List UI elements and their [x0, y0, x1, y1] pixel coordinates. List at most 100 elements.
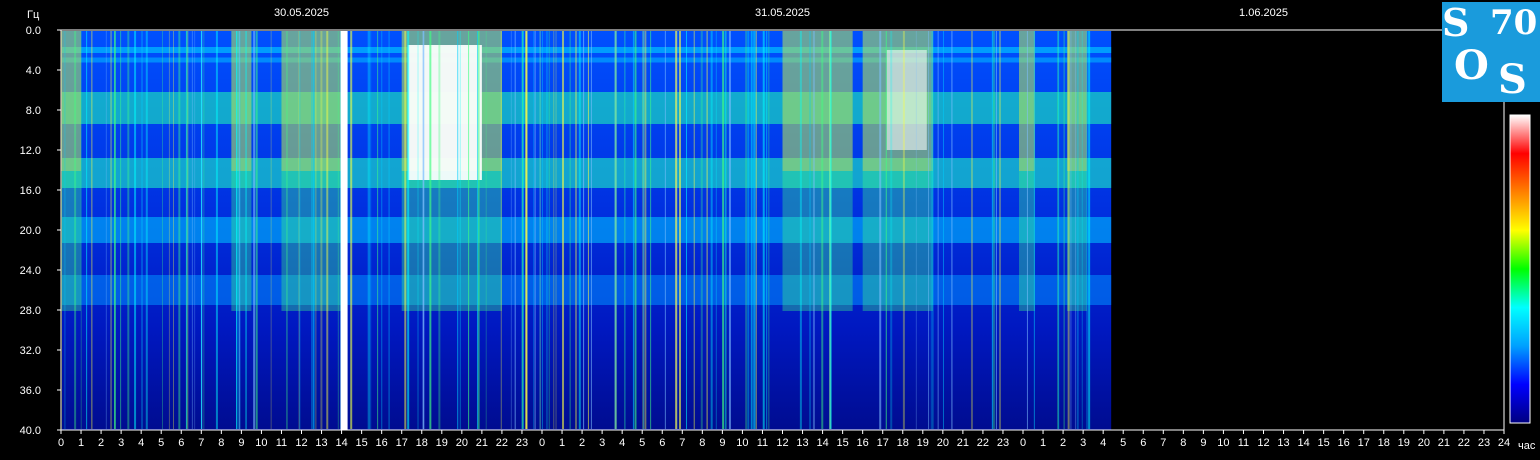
- x-tick-label: 12: [776, 437, 788, 449]
- y-tick-label: 36.0: [20, 385, 41, 397]
- x-tick-label: 18: [897, 437, 909, 449]
- x-tick-label: 11: [757, 437, 768, 449]
- x-tick-label: 12: [295, 437, 307, 449]
- x-tick-label: 20: [937, 437, 949, 449]
- x-tick-label: 15: [1318, 437, 1330, 449]
- x-tick-label: 9: [719, 437, 725, 449]
- colorbar: [1509, 114, 1531, 424]
- x-tick-label: 10: [255, 437, 267, 449]
- x-tick-label: 22: [496, 437, 508, 449]
- x-tick-label: 18: [416, 437, 428, 449]
- x-tick-label: 4: [1100, 437, 1106, 449]
- date-label: 31.05.2025: [755, 7, 810, 19]
- x-tick-label: 5: [1120, 437, 1126, 449]
- y-axis-label: Гц: [27, 9, 40, 21]
- x-tick-label: 15: [837, 437, 849, 449]
- x-tick-label: 17: [877, 437, 889, 449]
- x-tick-label: 3: [1080, 437, 1086, 449]
- x-tick-label: 6: [659, 437, 665, 449]
- logo-letter-s2: S: [1498, 56, 1527, 103]
- x-tick-label: 7: [198, 437, 204, 449]
- saturated-column: [340, 31, 348, 430]
- y-tick-label: 32.0: [20, 345, 41, 357]
- x-tick-label: 17: [396, 437, 408, 449]
- x-tick-label: 8: [1180, 437, 1186, 449]
- logo-letter-s1: S: [1442, 0, 1470, 45]
- x-tick-label: 3: [118, 437, 124, 449]
- x-tick-label: 19: [917, 437, 929, 449]
- x-tick-label: 0: [58, 437, 64, 449]
- x-tick-label: 21: [957, 437, 969, 449]
- x-tick-label: 13: [796, 437, 808, 449]
- x-tick-label: 0: [1020, 437, 1026, 449]
- noise-burst-core: [782, 31, 853, 171]
- x-tick-label: 6: [178, 437, 184, 449]
- x-tick-label: 18: [1378, 437, 1390, 449]
- x-tick-label: 20: [1418, 437, 1430, 449]
- resonance-band: [62, 217, 1112, 243]
- x-tick-label: 8: [699, 437, 705, 449]
- x-tick-label: 12: [1257, 437, 1269, 449]
- y-tick-label: 20.0: [20, 225, 41, 237]
- x-tick-label: 2: [1060, 437, 1066, 449]
- sos70-logo: S 70 O S: [1432, 2, 1540, 102]
- resonance-band: [62, 57, 1112, 63]
- x-tick-label: 9: [238, 437, 244, 449]
- x-tick-label: 8: [218, 437, 224, 449]
- x-tick-label: 16: [1338, 437, 1350, 449]
- y-tick-label: 24.0: [20, 265, 41, 277]
- resonance-band: [62, 158, 1112, 188]
- y-tick-label: 28.0: [20, 305, 41, 317]
- y-tick-label: 12.0: [20, 145, 41, 157]
- x-tick-label: 15: [356, 437, 368, 449]
- x-tick-label: 14: [335, 437, 347, 449]
- x-tick-label: 20: [456, 437, 468, 449]
- x-tick-label: 5: [158, 437, 164, 449]
- x-tick-label: 7: [1160, 437, 1166, 449]
- x-tick-label: 23: [1478, 437, 1490, 449]
- x-tick-label: 13: [1277, 437, 1289, 449]
- spectrogram-chart: Гц час 0.0 4.0 8.0 12.0 16.0 20.0 24.0 28.0 32.0…: [20, 7, 1536, 452]
- resonance-band: [62, 47, 1112, 53]
- noise-burst-core: [61, 31, 82, 171]
- x-axis-unit-label: час: [1518, 440, 1536, 452]
- logo-letter-o: O: [1454, 42, 1489, 89]
- saturated-burst: [886, 50, 927, 150]
- x-tick-label: 11: [276, 437, 287, 449]
- x-tick-label: 19: [1398, 437, 1410, 449]
- y-tick-label: 4.0: [26, 65, 41, 77]
- x-tick-label: 2: [579, 437, 585, 449]
- date-label: 1.06.2025: [1239, 7, 1288, 19]
- x-tick-label: 2: [98, 437, 104, 449]
- x-tick-label: 21: [476, 437, 488, 449]
- y-tick-label: 8.0: [26, 105, 41, 117]
- x-tick-label: 6: [1140, 437, 1146, 449]
- y-tick-label: 0.0: [26, 25, 41, 37]
- logo-number-70: 70: [1490, 3, 1538, 43]
- x-tick-label: 1: [1040, 437, 1046, 449]
- x-tick-label: 21: [1438, 437, 1450, 449]
- noise-burst-core: [231, 31, 252, 171]
- x-tick-label: 16: [857, 437, 869, 449]
- x-tick-label: 1: [559, 437, 565, 449]
- x-tick-label: 24: [1498, 437, 1510, 449]
- x-tick-label: 22: [977, 437, 989, 449]
- x-tick-label: 22: [1458, 437, 1470, 449]
- resonance-band: [62, 275, 1112, 305]
- x-tick-label: 3: [599, 437, 605, 449]
- x-tick-label: 10: [1217, 437, 1229, 449]
- x-tick-label: 13: [315, 437, 327, 449]
- x-tick-label: 4: [619, 437, 625, 449]
- date-label: 30.05.2025: [274, 7, 329, 19]
- x-tick-label: 17: [1358, 437, 1370, 449]
- x-tick-label: 14: [1297, 437, 1309, 449]
- x-tick-label: 1: [78, 437, 84, 449]
- y-tick-label: 40.0: [20, 425, 41, 437]
- x-tick-label: 19: [436, 437, 448, 449]
- x-tick-label: 14: [816, 437, 828, 449]
- x-tick-label: 16: [376, 437, 388, 449]
- y-tick-label: 16.0: [20, 185, 41, 197]
- x-tick-label: 11: [1238, 437, 1249, 449]
- saturated-burst: [407, 45, 482, 180]
- x-tick-label: 5: [639, 437, 645, 449]
